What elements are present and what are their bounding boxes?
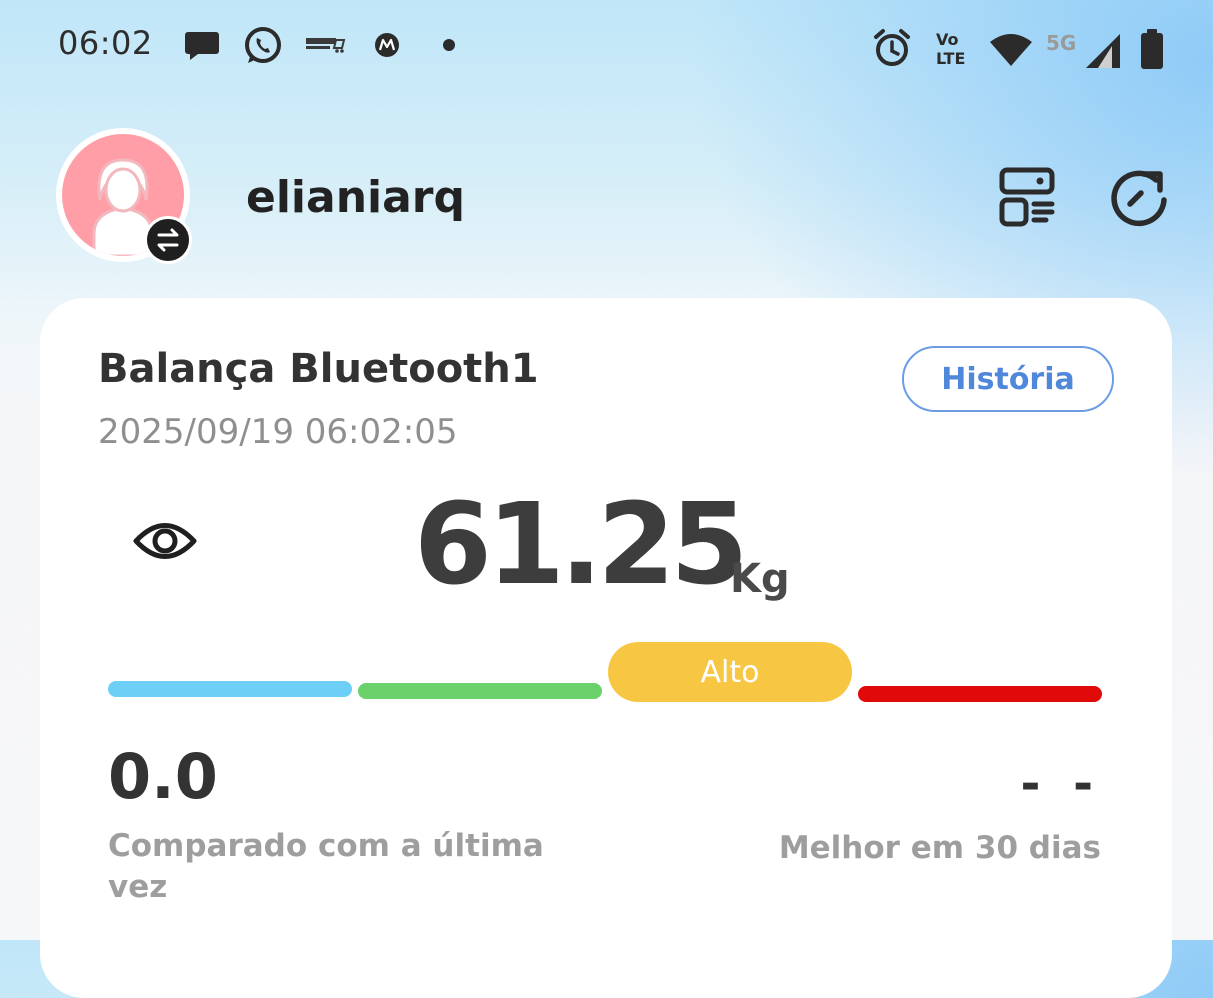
level-bar-low xyxy=(108,681,352,697)
notification-dot-icon xyxy=(443,39,455,51)
best-30-days-label: Melhor em 30 dias xyxy=(778,830,1101,866)
network-type-label: 5G xyxy=(1046,31,1077,55)
volte-icon: Vo LTE xyxy=(934,30,978,70)
refresh-icon[interactable] xyxy=(1108,166,1172,230)
motorola-icon xyxy=(375,33,399,57)
volte-label-top: Vo xyxy=(936,30,959,49)
level-bar-very-high xyxy=(858,686,1102,702)
swap-arrows-icon[interactable] xyxy=(144,216,192,264)
scale-name: Balança Bluetooth1 xyxy=(98,346,539,392)
eye-icon[interactable] xyxy=(132,516,198,566)
wifi-icon xyxy=(990,34,1032,66)
measurement-datetime: 2025/09/19 06:02:05 xyxy=(98,412,458,452)
alarm-clock-icon xyxy=(874,29,910,66)
username: elianiarq xyxy=(246,172,465,223)
weight-unit: Kg xyxy=(730,556,790,602)
delivery-app-icon xyxy=(306,38,346,53)
status-time: 06:02 xyxy=(58,24,153,62)
best-30-days-value: - - xyxy=(1020,756,1101,812)
whatsapp-icon xyxy=(245,27,281,63)
history-button[interactable]: História xyxy=(902,346,1114,412)
dashboard-layout-icon[interactable] xyxy=(998,166,1056,228)
5g-signal-icon xyxy=(1086,34,1120,68)
volte-label-bottom: LTE xyxy=(936,49,966,68)
chat-bubble-icon xyxy=(185,32,219,60)
level-indicator-pill: Alto xyxy=(608,642,852,702)
comparison-value: 0.0 xyxy=(108,740,218,813)
level-bar-normal xyxy=(358,683,602,699)
weight-value: 61.25 xyxy=(414,480,748,610)
comparison-label: Comparado com a última vez xyxy=(108,828,544,905)
battery-icon xyxy=(1141,29,1163,69)
